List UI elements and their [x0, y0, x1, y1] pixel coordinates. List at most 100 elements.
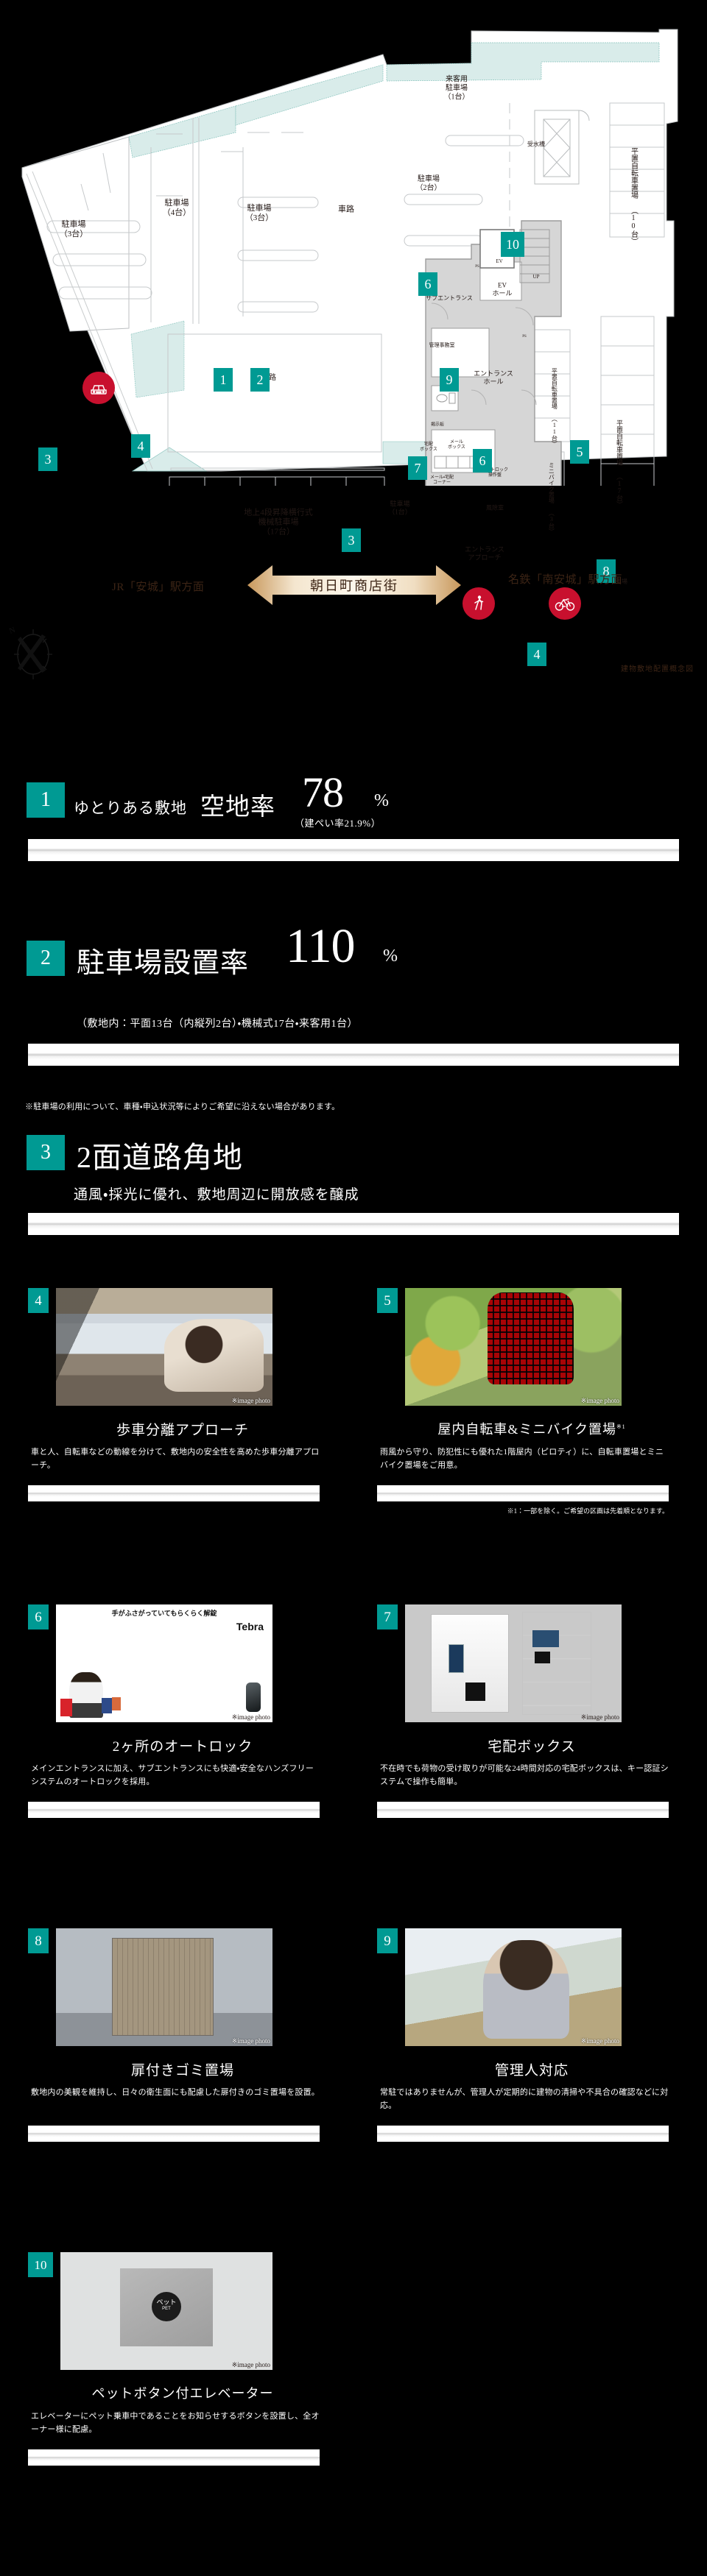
card-9-title: 管理人対応 — [494, 2063, 569, 2078]
site-plan-number-chip-3: 3 — [38, 447, 57, 471]
card-6-photo: 手がふさがっていてもらくらく解錠 Tebra ※image photo — [56, 1604, 272, 1722]
pet-button-elevator-photo: ペット PET — [60, 2252, 272, 2370]
card-7-description: 不在時でも荷物の受け取りが可能な24時間対応の宅配ボックスは、キー認証システムで… — [380, 1764, 669, 1787]
card-8-divider — [28, 2126, 320, 2142]
card-5-photo-note: ※image photo — [580, 1397, 619, 1404]
card-6-title: 2ヶ所のオートロック — [112, 1739, 253, 1755]
brochure-page: 駐車場 （3台）駐車場 （4台）駐車場 （3台）車路車路来客用 駐車場 （1台）… — [0, 0, 707, 2576]
street-right-direction: 名鉄「南安城」駅方面 — [508, 574, 623, 586]
card-6-number-chip: 6 — [28, 1604, 49, 1630]
feature-2-headline: 駐車場設置率 — [77, 948, 250, 979]
feature-3-divider — [28, 1213, 679, 1235]
car-icon — [82, 372, 115, 404]
card-6-photo-headline: 手がふさがっていてもらくらく解錠 — [111, 1610, 217, 1617]
shopper-figure — [69, 1672, 103, 1718]
feature-2-sub: （敷地内：平面13台（内縦列2台）・機械式17台・来客用1台） — [77, 1019, 359, 1030]
card-10-number-chip: 10 — [28, 2252, 53, 2277]
site-plan-number-chip-2: 2 — [250, 368, 270, 392]
card-8-description: 敷地内の美観を維持し、日々の衛生面にも配慮した扉付きのゴミ置場を設置。 — [31, 2088, 320, 2097]
card-4-title: 歩車分離アプローチ — [116, 1423, 249, 1438]
bicycle-rider-photo — [405, 1288, 622, 1406]
shopping-bag-icon — [60, 1699, 72, 1716]
garbage-enclosure-photo — [56, 1928, 272, 2046]
delivery-card-slot — [465, 1682, 485, 1702]
walk-icon — [462, 587, 495, 620]
card-10-title: ペットボタン付エレベーター — [91, 2386, 274, 2401]
card-10-photo: ペット PET ※image photo — [60, 2252, 272, 2370]
card-7-photo: ※image photo — [405, 1604, 622, 1722]
card-9-divider — [377, 2126, 669, 2142]
site-plan-number-chip-4: 4 — [131, 434, 150, 458]
feature-2-value: 110 — [286, 919, 356, 973]
card-5-title: 屋内自転車&ミニバイク置場※1 — [377, 1419, 686, 1438]
feature-2-note: ※駐車場の利用について、車種・申込状況等によりご希望に沿えない場合があります。 — [25, 1103, 340, 1111]
shopping-bag-icon — [102, 1698, 112, 1713]
bicycle-icon — [549, 587, 581, 620]
car-interior-photo — [56, 1288, 272, 1406]
site-plan-drawing — [21, 29, 678, 486]
feature-1-headline: 空地率 — [200, 794, 275, 821]
shopping-bag-icon — [112, 1697, 121, 1710]
smart-lock-device-icon — [246, 1682, 261, 1712]
feature-1-value: 78 — [302, 768, 344, 816]
feature-2-divider — [28, 1044, 679, 1066]
card-5-footnote: ※1：一部を除く。ご希望の区画は先着順となります。 — [507, 1507, 669, 1515]
site-plan-number-chip-6: 6 — [473, 449, 492, 473]
figure-caption: 建物敷地配置概念図 — [621, 665, 694, 673]
feature-1-sub: （建ぺい率21.9%） — [295, 818, 381, 829]
pet-button-label-en: PET — [162, 2307, 171, 2312]
feature-1-divider — [28, 839, 679, 861]
card-7-number-chip: 7 — [377, 1604, 398, 1630]
site-plan-number-chip-7: 7 — [408, 456, 427, 480]
card-9-photo: ※image photo — [405, 1928, 622, 2046]
compass-north-label: N — [8, 626, 17, 636]
site-plan-label: 駐車場 （1台） — [388, 500, 412, 515]
feature-2-number-chip: 2 — [27, 941, 65, 976]
site-plan-number-chip-6: 6 — [418, 272, 437, 296]
delivery-box-photo — [405, 1604, 622, 1722]
card-5-title-footnote-marker: ※1 — [616, 1423, 626, 1430]
delivery-panel-screen — [449, 1643, 464, 1674]
card-5-title-text: 屋内自転車&ミニバイク置場 — [437, 1422, 616, 1437]
site-plan-label: 地上4段昇降横行式 機械駐車場 （17台） — [244, 508, 313, 537]
site-plan-number-chip-10: 10 — [501, 232, 524, 257]
card-9-description: 常駐ではありませんが、管理人が定期的に建物の清掃や不具合の確認などに対応。 — [380, 2088, 669, 2111]
feature-3-number-chip: 3 — [27, 1135, 65, 1170]
feature-1-kicker: ゆとりある敷地 — [74, 799, 187, 817]
site-plan-number-chip-4: 4 — [527, 643, 546, 666]
card-9-number-chip: 9 — [377, 1928, 398, 1953]
building-manager-photo — [405, 1928, 622, 2046]
card-4-divider — [28, 1485, 320, 1501]
delivery-locker-screen — [532, 1630, 559, 1647]
site-plan-number-chip-9: 9 — [440, 368, 459, 392]
card-8-photo-note: ※image photo — [231, 2037, 270, 2045]
feature-1-unit: % — [374, 791, 389, 810]
card-5-description: 雨風から守り、防犯性にも優れた1階屋内（ピロティ）に、自転車置場とミニバイク置場… — [380, 1448, 664, 1471]
card-5-number-chip: 5 — [377, 1288, 398, 1313]
card-10-divider — [28, 2449, 320, 2466]
feature-3-sub: 通風・採光に優れ、敷地周辺に開放感を醸成 — [74, 1187, 359, 1203]
site-plan-label: 風除室 — [486, 504, 504, 512]
card-6-photo-brand: Tebra — [236, 1621, 264, 1632]
street-number-chip: 3 — [342, 528, 361, 552]
card-8-title: 扉付きゴミ置場 — [130, 2063, 234, 2078]
pet-button-label-jp: ペット — [156, 2299, 177, 2307]
card-4-description: 車と人、自転車などの動線を分けて、敷地内の安全性を高めた歩車分離アプローチ。 — [31, 1448, 320, 1471]
compass-rose-icon: N — [8, 626, 52, 679]
card-4-number-chip: 4 — [28, 1288, 49, 1313]
delivery-locker-column — [521, 1611, 591, 1716]
auto-lock-photo: 手がふさがっていてもらくらく解錠 Tebra — [56, 1604, 272, 1722]
card-7-divider — [377, 1802, 669, 1818]
card-8-number-chip: 8 — [28, 1928, 49, 1953]
card-8-photo: ※image photo — [56, 1928, 272, 2046]
card-6-photo-note: ※image photo — [231, 1713, 270, 1721]
card-5-photo: ※image photo — [405, 1288, 622, 1406]
card-7-title: 宅配ボックス — [488, 1739, 576, 1755]
card-7-photo-note: ※image photo — [580, 1713, 619, 1721]
feature-1-number-chip: 1 — [27, 782, 65, 818]
card-6-divider — [28, 1802, 320, 1818]
card-6-description: メインエントランスに加え、サブエントランスにも快適・安全なハンズフリーシステムの… — [31, 1764, 314, 1787]
feature-3-headline: 2面道路角地 — [77, 1141, 243, 1174]
card-5-divider — [377, 1485, 669, 1501]
card-10-photo-note: ※image photo — [231, 2361, 270, 2368]
